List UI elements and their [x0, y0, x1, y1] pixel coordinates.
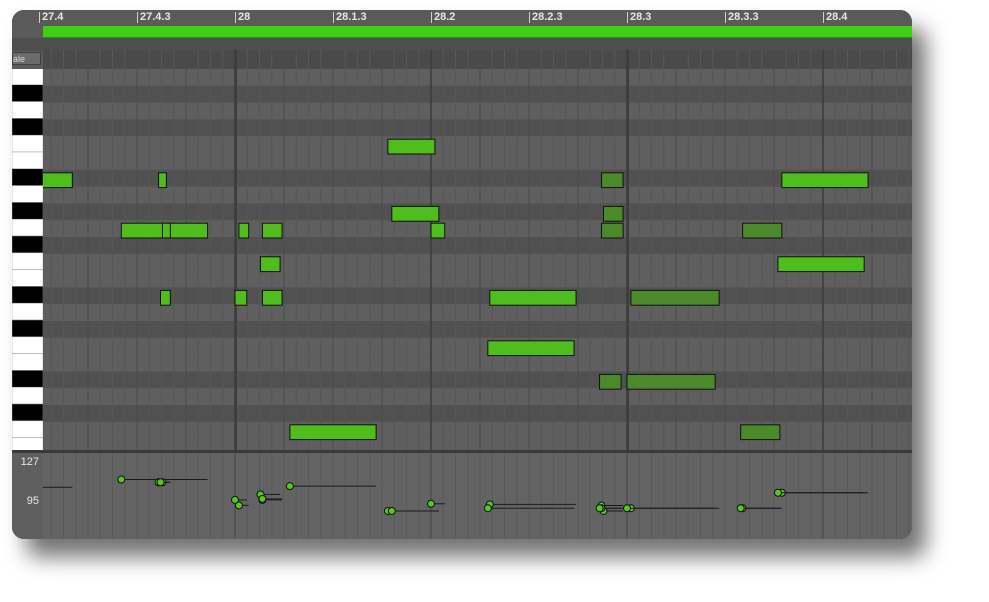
velocity-mid-label: 95 — [26, 495, 39, 507]
piano-key-white[interactable] — [12, 302, 43, 321]
bar-line — [627, 50, 629, 450]
ruler-tick-label: 27.4 — [39, 12, 63, 23]
velocity-axis: 127 95 — [12, 453, 43, 539]
ruler-tick-label: 28 — [235, 12, 250, 23]
ruler-tick-label: 28.2.3 — [529, 12, 563, 23]
piano-key-black[interactable] — [12, 118, 43, 136]
velocity-handle[interactable] — [595, 504, 604, 513]
ruler-tick-label: 28.3.3 — [725, 12, 759, 23]
midi-note[interactable] — [238, 222, 250, 239]
timeline-ruler[interactable]: 27.4 27.4.3 28 28.1.3 28.2 28.2.3 28.3 28.3.3 28… — [12, 10, 912, 26]
piano-key-white[interactable] — [12, 134, 43, 153]
piano-key-black[interactable] — [12, 319, 43, 338]
midi-note[interactable] — [160, 289, 171, 306]
piano-key-white[interactable] — [12, 151, 43, 170]
velocity-handle[interactable] — [773, 488, 782, 497]
velocity-max-label: 127 — [20, 456, 39, 468]
piano-key-white[interactable] — [12, 69, 43, 86]
piano-key-black[interactable] — [12, 403, 43, 422]
piano-key-black[interactable] — [12, 84, 43, 102]
velocity-handle[interactable] — [736, 504, 745, 513]
midi-note[interactable] — [158, 172, 167, 189]
bar-line — [235, 50, 237, 450]
piano-key-white[interactable] — [12, 437, 43, 450]
piano-key-white[interactable] — [12, 269, 43, 287]
piano-key-white[interactable] — [12, 252, 43, 270]
ruler-tick-label: 27.4.3 — [137, 12, 171, 23]
midi-note[interactable] — [261, 289, 283, 306]
piano-key-black[interactable] — [12, 286, 43, 304]
velocity-handle[interactable] — [427, 499, 435, 508]
piano-key-black[interactable] — [12, 202, 43, 220]
loop-brace[interactable] — [43, 26, 912, 38]
piano-key-white[interactable] — [12, 336, 43, 354]
piano-key-white[interactable] — [12, 185, 43, 203]
piano-key-white[interactable] — [12, 218, 43, 237]
ruler-tick-label: 28.2 — [431, 12, 455, 23]
piano-key-white[interactable] — [12, 386, 43, 405]
velocity-handle[interactable] — [117, 475, 126, 484]
note-grid-canvas[interactable] — [43, 50, 912, 450]
midi-note[interactable] — [777, 256, 865, 273]
midi-note[interactable] — [601, 222, 624, 239]
piano-key-black[interactable] — [12, 235, 43, 254]
velocity-handle[interactable] — [156, 478, 165, 487]
midi-note[interactable] — [781, 172, 869, 189]
midi-note[interactable] — [387, 138, 436, 155]
velocity-handle[interactable] — [231, 495, 239, 504]
piano-key-black[interactable] — [12, 370, 43, 388]
midi-note[interactable] — [261, 222, 283, 239]
velocity-lane[interactable] — [43, 453, 912, 539]
ruler-tick-label: 28.4 — [823, 12, 847, 23]
velocity-handle[interactable] — [387, 506, 396, 515]
midi-note[interactable] — [430, 222, 446, 239]
ruler-tick-label: 28.3 — [627, 12, 651, 23]
midi-note[interactable] — [601, 172, 624, 189]
midi-note[interactable] — [43, 172, 73, 189]
piano-key-black[interactable] — [12, 168, 43, 186]
velocity-handle[interactable] — [483, 504, 492, 513]
midi-note[interactable] — [626, 373, 716, 390]
midi-note[interactable] — [259, 256, 281, 273]
midi-note[interactable] — [489, 289, 577, 306]
piano-key-white[interactable] — [12, 420, 43, 438]
midi-note[interactable] — [234, 289, 248, 306]
piano-keyboard[interactable] — [12, 69, 43, 450]
velocity-handle[interactable] — [285, 482, 294, 491]
velocity-handle[interactable] — [623, 504, 631, 513]
midi-note[interactable] — [602, 205, 624, 222]
piano-keys-canvas[interactable] — [12, 69, 43, 450]
midi-note[interactable] — [599, 373, 622, 390]
midi-note[interactable] — [740, 424, 781, 441]
midi-note[interactable] — [289, 424, 377, 441]
velocity-handle[interactable] — [258, 494, 267, 503]
piano-key-white[interactable] — [12, 353, 43, 371]
piano-key-white[interactable] — [12, 101, 43, 119]
midi-note[interactable] — [391, 205, 440, 222]
ruler-tick-label: 28.1.3 — [333, 12, 367, 23]
midi-note[interactable] — [487, 340, 575, 357]
piano-roll-window: 27.4 27.4.3 28 28.1.3 28.2 28.2.3 28.3 28.3.3 28… — [12, 10, 912, 539]
midi-note[interactable] — [161, 222, 171, 239]
velocity-lane-canvas[interactable] — [43, 453, 912, 539]
midi-note[interactable] — [742, 222, 783, 239]
scale-button[interactable]: ale — [12, 52, 41, 65]
note-grid[interactable] — [43, 50, 912, 450]
midi-note[interactable] — [630, 289, 720, 306]
